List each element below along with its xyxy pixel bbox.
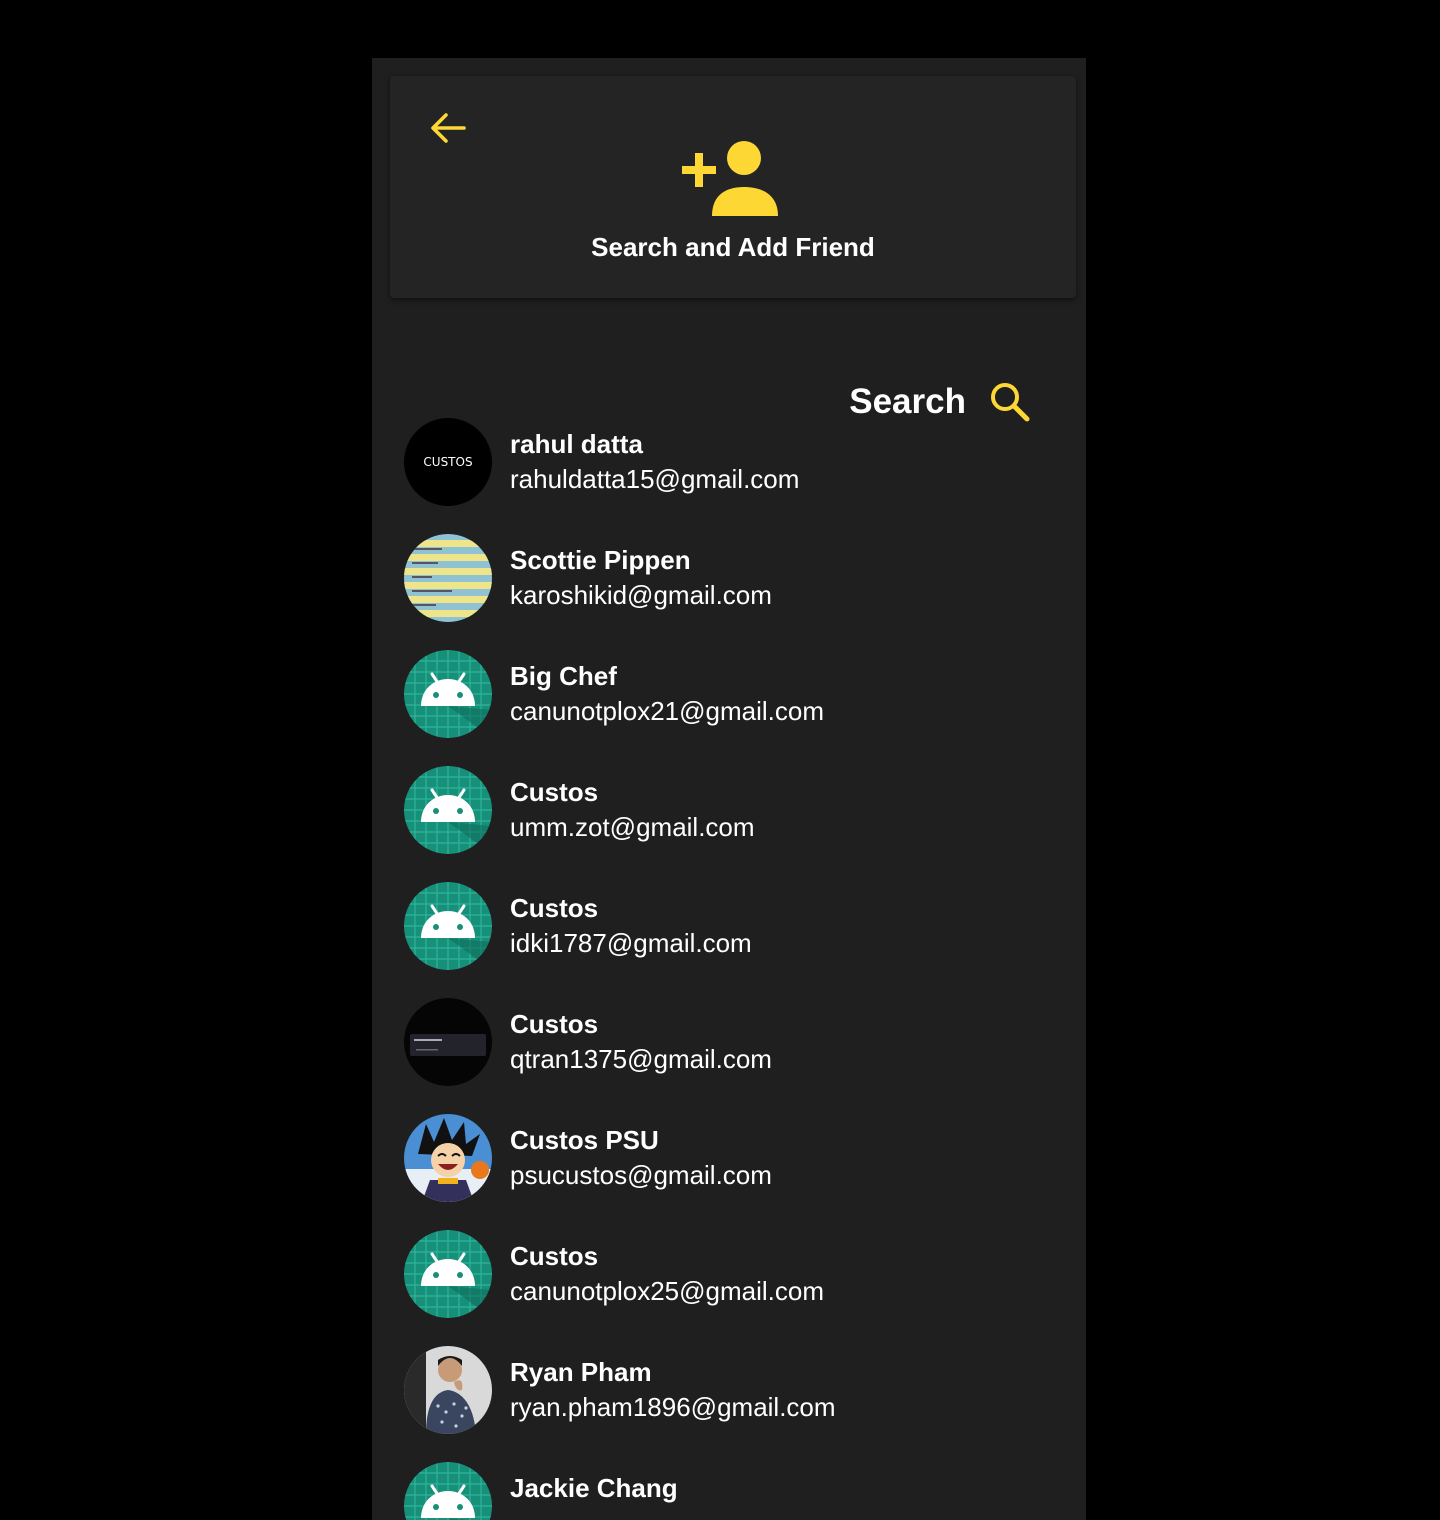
friend-list-item[interactable]: Ryan Pham ryan.pham1896@gmail.com — [372, 1346, 1086, 1462]
search-label: Search — [849, 382, 966, 421]
friend-email: ryan.pham1896@gmail.com — [510, 1392, 836, 1422]
android-default-avatar — [404, 882, 492, 970]
person-add-icon — [682, 141, 778, 216]
friend-name: Custos PSU — [510, 1125, 659, 1155]
friend-email: karoshikid@gmail.com — [510, 580, 772, 610]
android-default-avatar — [404, 1462, 492, 1520]
friend-list-item[interactable]: CUSTOS rahul datta rahuldatta15@gmail.co… — [372, 418, 1086, 534]
custos-logo-avatar: CUSTOS — [404, 418, 492, 506]
android-default-avatar — [404, 766, 492, 854]
friend-email: umm.zot@gmail.com — [510, 812, 755, 842]
friend-name: rahul datta — [510, 429, 643, 459]
header-card: Search and Add Friend — [390, 76, 1076, 298]
friend-name: Custos — [510, 1241, 599, 1271]
friend-name: Ryan Pham — [510, 1357, 652, 1387]
friend-email: rahuldatta15@gmail.com — [510, 464, 800, 494]
friend-email: psucustos@gmail.com — [510, 1160, 772, 1190]
friend-list-item[interactable]: Custos idki1787@gmail.com — [372, 882, 1086, 998]
friend-name: Scottie Pippen — [510, 545, 691, 575]
cartoon-avatar — [404, 1114, 492, 1202]
friend-list: CUSTOS rahul datta rahuldatta15@gmail.co… — [372, 418, 1086, 1520]
page-title: Search and Add Friend — [591, 232, 875, 262]
dark-screenshot-avatar — [404, 998, 492, 1086]
friend-name: Custos — [510, 1009, 599, 1039]
friend-name: Custos — [510, 777, 599, 807]
friend-name: Jackie Chang — [510, 1473, 678, 1503]
friend-name: Custos — [510, 893, 599, 923]
friend-email: qtran1375@gmail.com — [510, 1044, 772, 1074]
svg-text:CUSTOS: CUSTOS — [423, 455, 472, 469]
friend-email: idki1787@gmail.com — [510, 928, 752, 958]
friend-list-item[interactable]: Custos qtran1375@gmail.com — [372, 998, 1086, 1114]
app-screen: Search and Add Friend Search CUSTOS rahu… — [372, 58, 1086, 1520]
friend-email: canunotplox25@gmail.com — [510, 1276, 825, 1306]
friend-name: Big Chef — [510, 661, 617, 691]
striped-photo-avatar — [404, 534, 492, 622]
android-default-avatar — [404, 650, 492, 738]
friend-list-item[interactable]: Scottie Pippen karoshikid@gmail.com — [372, 534, 1086, 650]
friend-list-item[interactable]: Custos canunotplox25@gmail.com — [372, 1230, 1086, 1346]
friend-list-item[interactable]: Big Chef canunotplox21@gmail.com — [372, 650, 1086, 766]
friend-email: canunotplox21@gmail.com — [510, 696, 825, 726]
friend-list-item[interactable]: Jackie Chang — [372, 1462, 1086, 1520]
person-photo-avatar — [404, 1346, 492, 1434]
arrow-left-icon — [431, 113, 466, 143]
back-button[interactable] — [426, 106, 470, 150]
android-default-avatar — [404, 1230, 492, 1318]
friend-list-item[interactable]: Custos PSU psucustos@gmail.com — [372, 1114, 1086, 1230]
friend-list-item[interactable]: Custos umm.zot@gmail.com — [372, 766, 1086, 882]
